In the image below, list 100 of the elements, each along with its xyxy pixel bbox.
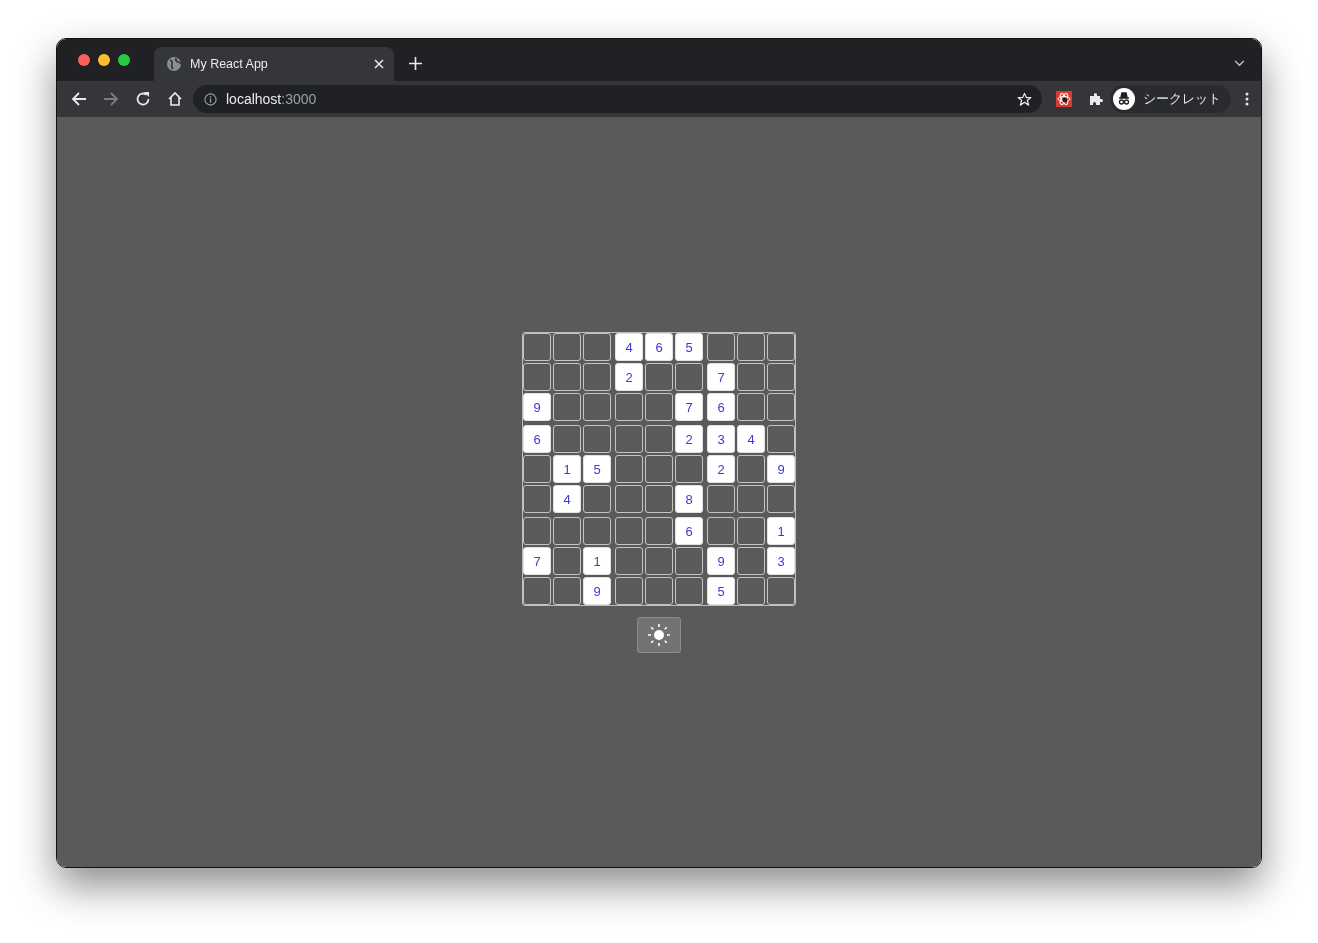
sudoku-cell[interactable]: 5 bbox=[675, 333, 703, 361]
sudoku-cell[interactable]: 1 bbox=[583, 547, 611, 575]
sudoku-cell[interactable] bbox=[737, 393, 765, 421]
sudoku-cell[interactable] bbox=[707, 333, 735, 361]
sudoku-cell[interactable]: 3 bbox=[767, 547, 795, 575]
new-tab-icon[interactable] bbox=[409, 57, 422, 70]
sudoku-cell[interactable] bbox=[553, 333, 581, 361]
sudoku-cell[interactable] bbox=[583, 393, 611, 421]
sudoku-cell[interactable] bbox=[553, 363, 581, 391]
sudoku-cell[interactable] bbox=[615, 485, 643, 513]
sudoku-cell[interactable] bbox=[553, 393, 581, 421]
sudoku-cell[interactable] bbox=[737, 333, 765, 361]
sudoku-cell[interactable] bbox=[615, 577, 643, 605]
sudoku-cell[interactable] bbox=[615, 547, 643, 575]
sudoku-cell[interactable] bbox=[737, 577, 765, 605]
incognito-profile-button[interactable]: シークレット bbox=[1110, 85, 1231, 113]
maximize-window-icon[interactable] bbox=[118, 54, 130, 66]
minimize-window-icon[interactable] bbox=[98, 54, 110, 66]
sudoku-cell[interactable] bbox=[523, 455, 551, 483]
sudoku-cell[interactable] bbox=[645, 363, 673, 391]
sudoku-cell[interactable]: 9 bbox=[523, 393, 551, 421]
sudoku-cell[interactable]: 7 bbox=[675, 393, 703, 421]
sudoku-cell[interactable]: 4 bbox=[553, 485, 581, 513]
sudoku-cell[interactable]: 5 bbox=[707, 577, 735, 605]
sudoku-cell[interactable]: 1 bbox=[767, 517, 795, 545]
sudoku-cell[interactable] bbox=[523, 517, 551, 545]
sudoku-cell[interactable] bbox=[553, 577, 581, 605]
sudoku-cell[interactable]: 9 bbox=[767, 455, 795, 483]
sudoku-cell[interactable]: 9 bbox=[707, 547, 735, 575]
sudoku-cell[interactable]: 1 bbox=[553, 455, 581, 483]
info-icon[interactable] bbox=[204, 92, 217, 106]
sudoku-cell[interactable]: 4 bbox=[615, 333, 643, 361]
sudoku-cell[interactable]: 8 bbox=[675, 485, 703, 513]
sudoku-cell[interactable] bbox=[523, 577, 551, 605]
sudoku-cell[interactable] bbox=[523, 333, 551, 361]
sudoku-cell[interactable]: 7 bbox=[523, 547, 551, 575]
sudoku-cell[interactable] bbox=[553, 517, 581, 545]
sudoku-cell[interactable] bbox=[583, 363, 611, 391]
theme-toggle-button[interactable] bbox=[637, 617, 681, 653]
sudoku-cell[interactable] bbox=[767, 425, 795, 453]
sudoku-cell[interactable] bbox=[615, 517, 643, 545]
address-bar[interactable]: localhost:3000 bbox=[193, 85, 1042, 113]
sudoku-cell[interactable] bbox=[675, 577, 703, 605]
sudoku-cell[interactable]: 2 bbox=[675, 425, 703, 453]
menu-icon[interactable] bbox=[1245, 92, 1249, 106]
sudoku-cell[interactable] bbox=[767, 363, 795, 391]
sudoku-cell[interactable]: 6 bbox=[523, 425, 551, 453]
sudoku-cell[interactable] bbox=[737, 547, 765, 575]
sudoku-cell[interactable] bbox=[583, 425, 611, 453]
sudoku-cell[interactable] bbox=[737, 485, 765, 513]
sudoku-cell[interactable] bbox=[583, 517, 611, 545]
sudoku-cell[interactable] bbox=[553, 547, 581, 575]
extension-icon[interactable] bbox=[1056, 91, 1072, 107]
sudoku-cell[interactable]: 2 bbox=[707, 455, 735, 483]
sudoku-cell[interactable] bbox=[615, 393, 643, 421]
sudoku-cell[interactable] bbox=[583, 485, 611, 513]
sudoku-cell[interactable]: 6 bbox=[645, 333, 673, 361]
close-window-icon[interactable] bbox=[78, 54, 90, 66]
sudoku-cell[interactable] bbox=[767, 577, 795, 605]
sudoku-cell[interactable] bbox=[645, 547, 673, 575]
sudoku-cell[interactable]: 3 bbox=[707, 425, 735, 453]
sudoku-cell[interactable] bbox=[645, 393, 673, 421]
sudoku-cell[interactable] bbox=[737, 363, 765, 391]
sudoku-cell[interactable]: 6 bbox=[707, 393, 735, 421]
browser-tab[interactable]: My React App bbox=[154, 47, 394, 81]
sudoku-cell[interactable] bbox=[645, 577, 673, 605]
sudoku-cell[interactable] bbox=[645, 517, 673, 545]
sudoku-cell[interactable] bbox=[675, 363, 703, 391]
chevron-down-icon[interactable] bbox=[1234, 60, 1245, 67]
sudoku-cell[interactable]: 4 bbox=[737, 425, 765, 453]
sudoku-cell[interactable] bbox=[615, 425, 643, 453]
sudoku-cell[interactable] bbox=[523, 363, 551, 391]
sudoku-cell[interactable] bbox=[675, 547, 703, 575]
sudoku-cell[interactable] bbox=[737, 517, 765, 545]
sudoku-cell[interactable] bbox=[645, 425, 673, 453]
close-tab-icon[interactable] bbox=[374, 59, 384, 69]
sudoku-cell[interactable]: 6 bbox=[675, 517, 703, 545]
sudoku-cell[interactable] bbox=[767, 333, 795, 361]
sudoku-cell[interactable] bbox=[737, 455, 765, 483]
sudoku-cell[interactable] bbox=[707, 485, 735, 513]
sudoku-cell[interactable] bbox=[645, 485, 673, 513]
sudoku-cell[interactable] bbox=[615, 455, 643, 483]
sudoku-cell[interactable] bbox=[523, 485, 551, 513]
sudoku-cell[interactable] bbox=[553, 425, 581, 453]
sudoku-cell[interactable]: 5 bbox=[583, 455, 611, 483]
forward-icon[interactable] bbox=[103, 91, 119, 107]
sudoku-cell[interactable] bbox=[675, 455, 703, 483]
sudoku-cell[interactable]: 9 bbox=[583, 577, 611, 605]
sudoku-cell[interactable] bbox=[707, 517, 735, 545]
sudoku-cell[interactable]: 2 bbox=[615, 363, 643, 391]
sudoku-cell[interactable]: 7 bbox=[707, 363, 735, 391]
sudoku-cell[interactable] bbox=[767, 393, 795, 421]
sudoku-cell[interactable] bbox=[645, 455, 673, 483]
sudoku-cell[interactable] bbox=[583, 333, 611, 361]
sudoku-cell[interactable] bbox=[767, 485, 795, 513]
bookmark-star-icon[interactable] bbox=[1017, 91, 1032, 107]
reload-icon[interactable] bbox=[135, 91, 151, 107]
back-icon[interactable] bbox=[71, 91, 87, 107]
puzzle-icon[interactable] bbox=[1088, 91, 1104, 107]
home-icon[interactable] bbox=[167, 91, 183, 107]
